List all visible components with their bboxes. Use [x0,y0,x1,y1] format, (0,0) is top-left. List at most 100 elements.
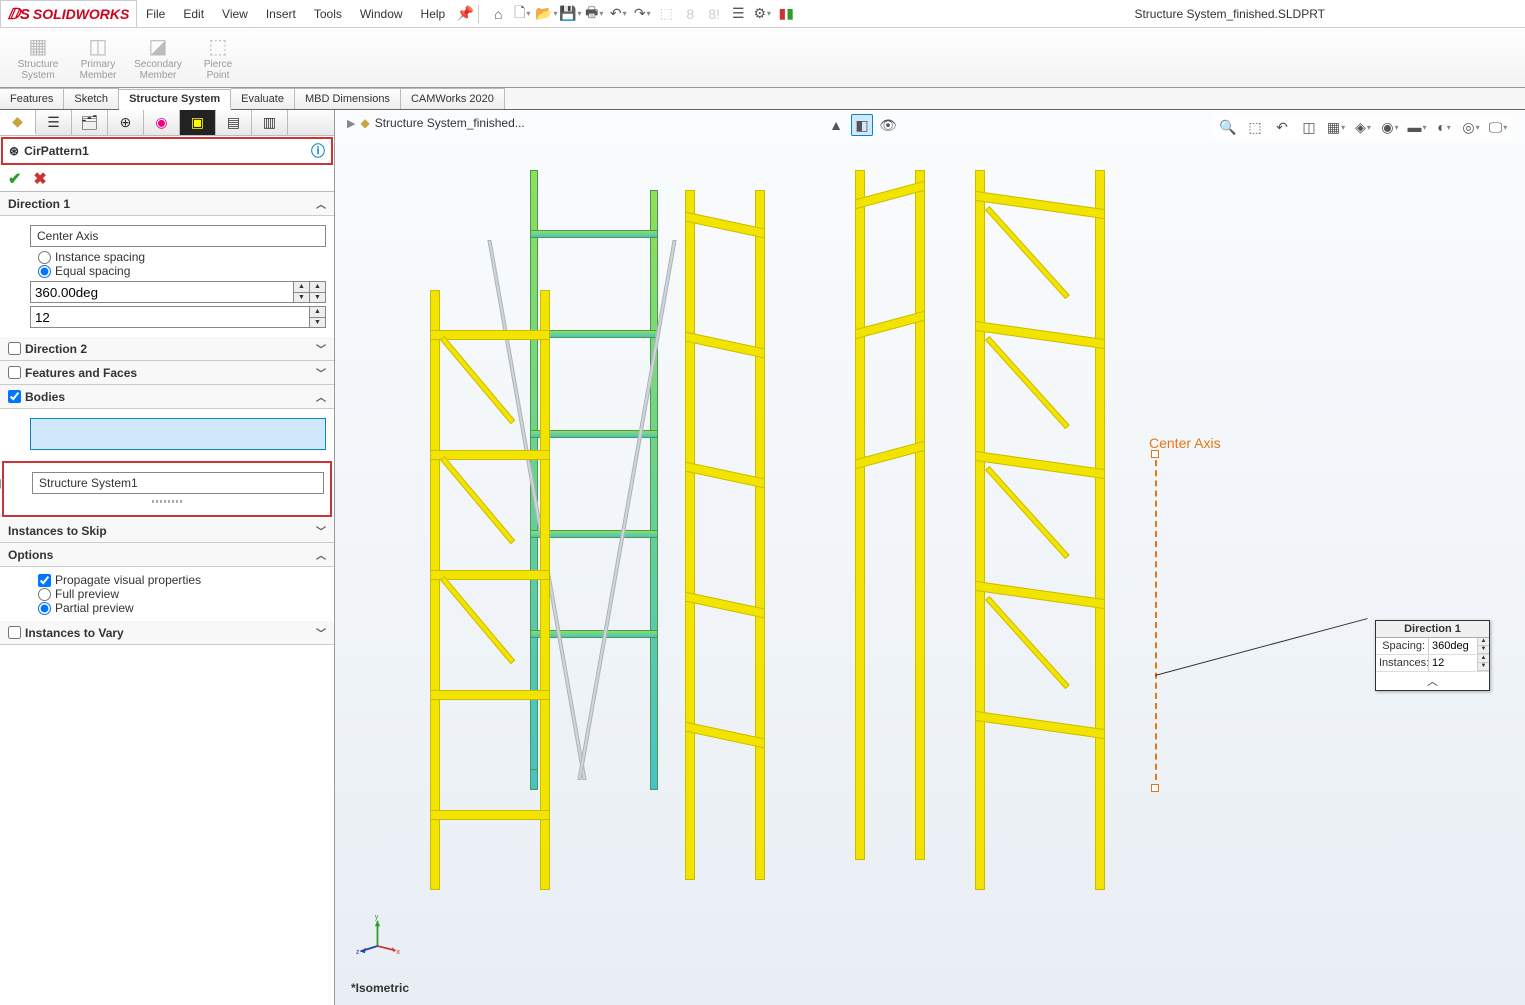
view-settings-icon[interactable]: ◐▾ [1433,116,1455,138]
cancel-button[interactable]: ✖ [33,169,46,189]
display-style-icon[interactable]: ▦▾ [1325,116,1347,138]
center-axis-line[interactable] [1155,450,1157,790]
ok-button[interactable]: ✔ [8,169,21,189]
app-logo: ⅅSSOLIDWORKS [0,0,137,28]
compare-icon[interactable]: ▮▮ [775,3,797,25]
angle-input[interactable] [30,281,294,303]
instances-vary-header[interactable]: Instances to Vary ﹀ [0,621,334,645]
section-label: Instances to Skip [8,524,107,538]
callout-instances-input[interactable] [1428,655,1477,671]
instances-vary-checkbox[interactable] [8,626,21,639]
axis-endpoint-bottom[interactable] [1151,784,1159,792]
chevron-up-icon: ︿ [316,196,326,211]
instance-spacing-radio[interactable]: Instance spacing [38,250,326,264]
zoom-fit-icon[interactable]: 🔍 [1217,116,1239,138]
options-list-icon[interactable]: ☰ [727,3,749,25]
settings-gear-icon[interactable]: ⚙▾ [751,3,773,25]
redo-icon[interactable]: ↷▾ [631,3,653,25]
dimxpert-tab-icon[interactable]: ⊕ [108,110,144,135]
tab-mbd-dimensions[interactable]: MBD Dimensions [295,88,401,109]
instances-skip-header[interactable]: Instances to Skip ﹀ [0,519,334,543]
bodies-selection-box[interactable] [30,418,326,450]
graphics-viewport[interactable]: ▶ ◆ Structure System_finished... ▲ ◧ 👁 🔍… [335,110,1525,1005]
rebuild-icon[interactable]: 8 [679,3,701,25]
equal-spacing-radio[interactable]: Equal spacing [38,264,326,278]
section-view-icon[interactable]: ◫ [1298,116,1320,138]
callout-spacing-input[interactable] [1428,638,1477,654]
features-faces-header[interactable]: Features and Faces ﹀ [0,361,334,385]
screen-capture-icon[interactable]: 🖵▾ [1487,116,1509,138]
appearance-tab-icon[interactable]: ▣ [180,110,216,135]
callout-spacing-spinner[interactable]: ▲▼ [1477,638,1489,654]
resize-handle[interactable] [10,497,324,505]
tab-sketch[interactable]: Sketch [64,88,119,109]
home-icon[interactable]: ⌂ [487,3,509,25]
help-icon[interactable]: ⓘ [311,141,325,161]
menu-view[interactable]: View [213,0,257,28]
open-icon[interactable]: 📂▾ [535,3,557,25]
structure-system-selection[interactable]: Structure System1 [32,472,324,494]
hide-all-types-icon[interactable]: 👁 [877,114,899,136]
instances-label: Instances: [1376,655,1428,671]
tab-camworks[interactable]: CAMWorks 2020 [401,88,505,109]
features-faces-checkbox[interactable] [8,366,21,379]
chevron-down-icon: ﹀ [316,523,326,538]
callout-collapse-icon[interactable]: ︿ [1376,672,1489,690]
angle-spinner[interactable]: ▲▼ [294,281,310,303]
render-tools-icon[interactable]: ◎▾ [1460,116,1482,138]
menu-edit[interactable]: Edit [174,0,213,28]
save-icon[interactable]: 💾▾ [559,3,581,25]
direction-callout[interactable]: Direction 1 Spacing: ▲▼ Instances: ▲▼ ︿ [1375,620,1490,691]
property-manager-tab-icon[interactable]: ☰ [36,110,72,135]
direction2-checkbox[interactable] [8,342,21,355]
pin-icon[interactable]: 📌 [454,3,476,25]
full-preview-radio[interactable]: Full preview [38,587,326,601]
select-icon[interactable]: ⬚ [655,3,677,25]
edit-appearance-icon[interactable]: ◉▾ [1379,116,1401,138]
bodies-header[interactable]: Bodies ︿ [0,385,334,409]
display-tab-icon[interactable]: ◉ [144,110,180,135]
menu-file[interactable]: File [137,0,174,28]
instances-spinner[interactable]: ▲▼ [310,306,326,328]
expand-arrow-icon[interactable]: ▶ [347,117,355,130]
hide-show-icon[interactable]: ◈▾ [1352,116,1374,138]
options-header[interactable]: Options ︿ [0,543,334,567]
normal-to-icon[interactable]: ▲ [825,114,847,136]
zoom-area-icon[interactable]: ⬚ [1244,116,1266,138]
direction1-header[interactable]: Direction 1 ︿ [0,192,334,216]
instances-input[interactable] [30,306,310,328]
bodies-checkbox[interactable] [8,390,21,403]
suppress-icon[interactable]: 8! [703,3,725,25]
menu-tools[interactable]: Tools [305,0,351,28]
menu-window[interactable]: Window [351,0,412,28]
propagate-properties-checkbox[interactable]: Propagate visual properties [38,573,326,587]
previous-view-icon[interactable]: ↶ [1271,116,1293,138]
undo-icon[interactable]: ↶▾ [607,3,629,25]
feature-manager-tab-icon[interactable]: ◆ [0,110,36,135]
section-tab-icon[interactable]: ▥ [252,110,288,135]
chevron-down-icon: ﹀ [316,625,326,640]
tab-features[interactable]: Features [0,88,64,109]
breadcrumb[interactable]: ▶ ◆ Structure System_finished... [347,116,525,130]
new-icon[interactable]: 🗋▾ [511,3,533,25]
view-cube-icon[interactable]: ◧ [851,114,873,136]
menu-help[interactable]: Help [412,0,455,28]
configuration-tab-icon[interactable]: 🗂 [72,110,108,135]
orientation-toolbar: ▲ ◧ 👁 [825,114,899,136]
angle-extra-spinner[interactable]: ▲▼ [310,281,326,303]
render-tab-icon[interactable]: ▤ [216,110,252,135]
tab-structure-system[interactable]: Structure System [119,89,231,110]
property-manager-panel: ◆ ☰ 🗂 ⊕ ◉ ▣ ▤ ▥ ⊛ CirPattern1 ⓘ ✔ ✖ Dire… [0,110,335,1005]
menu-insert[interactable]: Insert [257,0,305,28]
view-triad[interactable]: x y z [355,910,400,955]
partial-preview-radio[interactable]: Partial preview [38,601,326,615]
print-icon[interactable]: 🖶▾ [583,3,605,25]
axis-endpoint-top[interactable] [1151,450,1159,458]
tab-evaluate[interactable]: Evaluate [231,88,295,109]
pattern-axis-selection[interactable]: Center Axis [30,225,326,247]
callout-instances-spinner[interactable]: ▲▼ [1477,655,1489,671]
reverse-direction-icon[interactable]: ↻ [0,226,4,246]
section-label: Instances to Vary [25,626,124,640]
apply-scene-icon[interactable]: ▬▾ [1406,116,1428,138]
direction2-header[interactable]: Direction 2 ﹀ [0,337,334,361]
